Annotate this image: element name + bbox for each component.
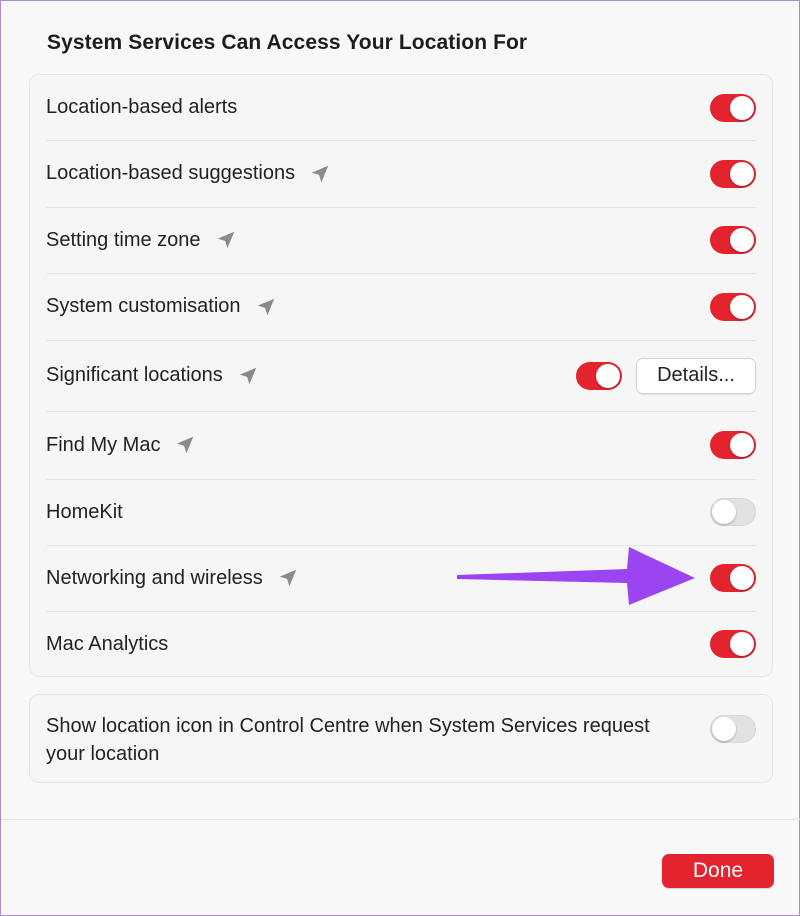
service-label: Networking and wireless	[46, 566, 263, 589]
service-row-location-based-alerts: Location-based alerts	[46, 75, 756, 141]
mac-analytics-toggle[interactable]	[710, 630, 756, 658]
location-based-suggestions-toggle[interactable]	[710, 159, 756, 188]
service-label: Find My Mac	[46, 433, 161, 456]
service-label: HomeKit	[46, 500, 123, 523]
location-arrow-icon	[309, 163, 331, 185]
section-title: System Services Can Access Your Location…	[47, 31, 528, 54]
dialog-window: System Services Can Access Your Location…	[0, 0, 800, 916]
location-arrow-icon	[277, 567, 299, 589]
location-based-alerts-toggle[interactable]	[710, 93, 756, 122]
service-row-find-my-mac: Find My Mac	[46, 411, 756, 480]
done-button[interactable]: Done	[662, 854, 774, 888]
setting-time-zone-toggle[interactable]	[710, 226, 756, 254]
control-centre-label: Show location icon in Control Centre whe…	[46, 715, 650, 765]
service-row-significant-locations: Significant locations Details...	[46, 340, 756, 412]
service-row-homekit: HomeKit	[46, 479, 756, 546]
service-row-mac-analytics: Mac Analytics	[46, 611, 756, 677]
location-arrow-icon	[237, 365, 259, 387]
location-arrow-icon	[174, 434, 196, 456]
service-label: Significant locations	[46, 364, 223, 386]
networking-and-wireless-toggle[interactable]	[710, 564, 756, 592]
footer-divider	[1, 819, 800, 820]
service-row-system-customisation: System customisation	[46, 273, 756, 341]
control-centre-group: Show location icon in Control Centre whe…	[29, 694, 773, 783]
service-label: Mac Analytics	[46, 632, 169, 655]
details-button[interactable]: Details...	[636, 357, 756, 394]
arrow-annotation	[457, 547, 695, 605]
location-arrow-icon	[255, 296, 277, 318]
service-label: Setting time zone	[46, 228, 201, 251]
location-arrow-icon	[215, 229, 237, 251]
homekit-toggle[interactable]	[710, 498, 756, 526]
service-row-setting-time-zone: Setting time zone	[46, 207, 756, 274]
significant-locations-toggle[interactable]	[576, 361, 622, 390]
service-label: Location-based suggestions	[46, 162, 296, 184]
service-row-location-based-suggestions: Location-based suggestions	[46, 140, 756, 208]
service-label: Location-based alerts	[46, 96, 238, 118]
service-label: System customisation	[46, 295, 241, 317]
find-my-mac-toggle[interactable]	[710, 431, 756, 459]
control-centre-location-icon-toggle[interactable]	[710, 715, 756, 743]
system-customisation-toggle[interactable]	[710, 292, 756, 321]
